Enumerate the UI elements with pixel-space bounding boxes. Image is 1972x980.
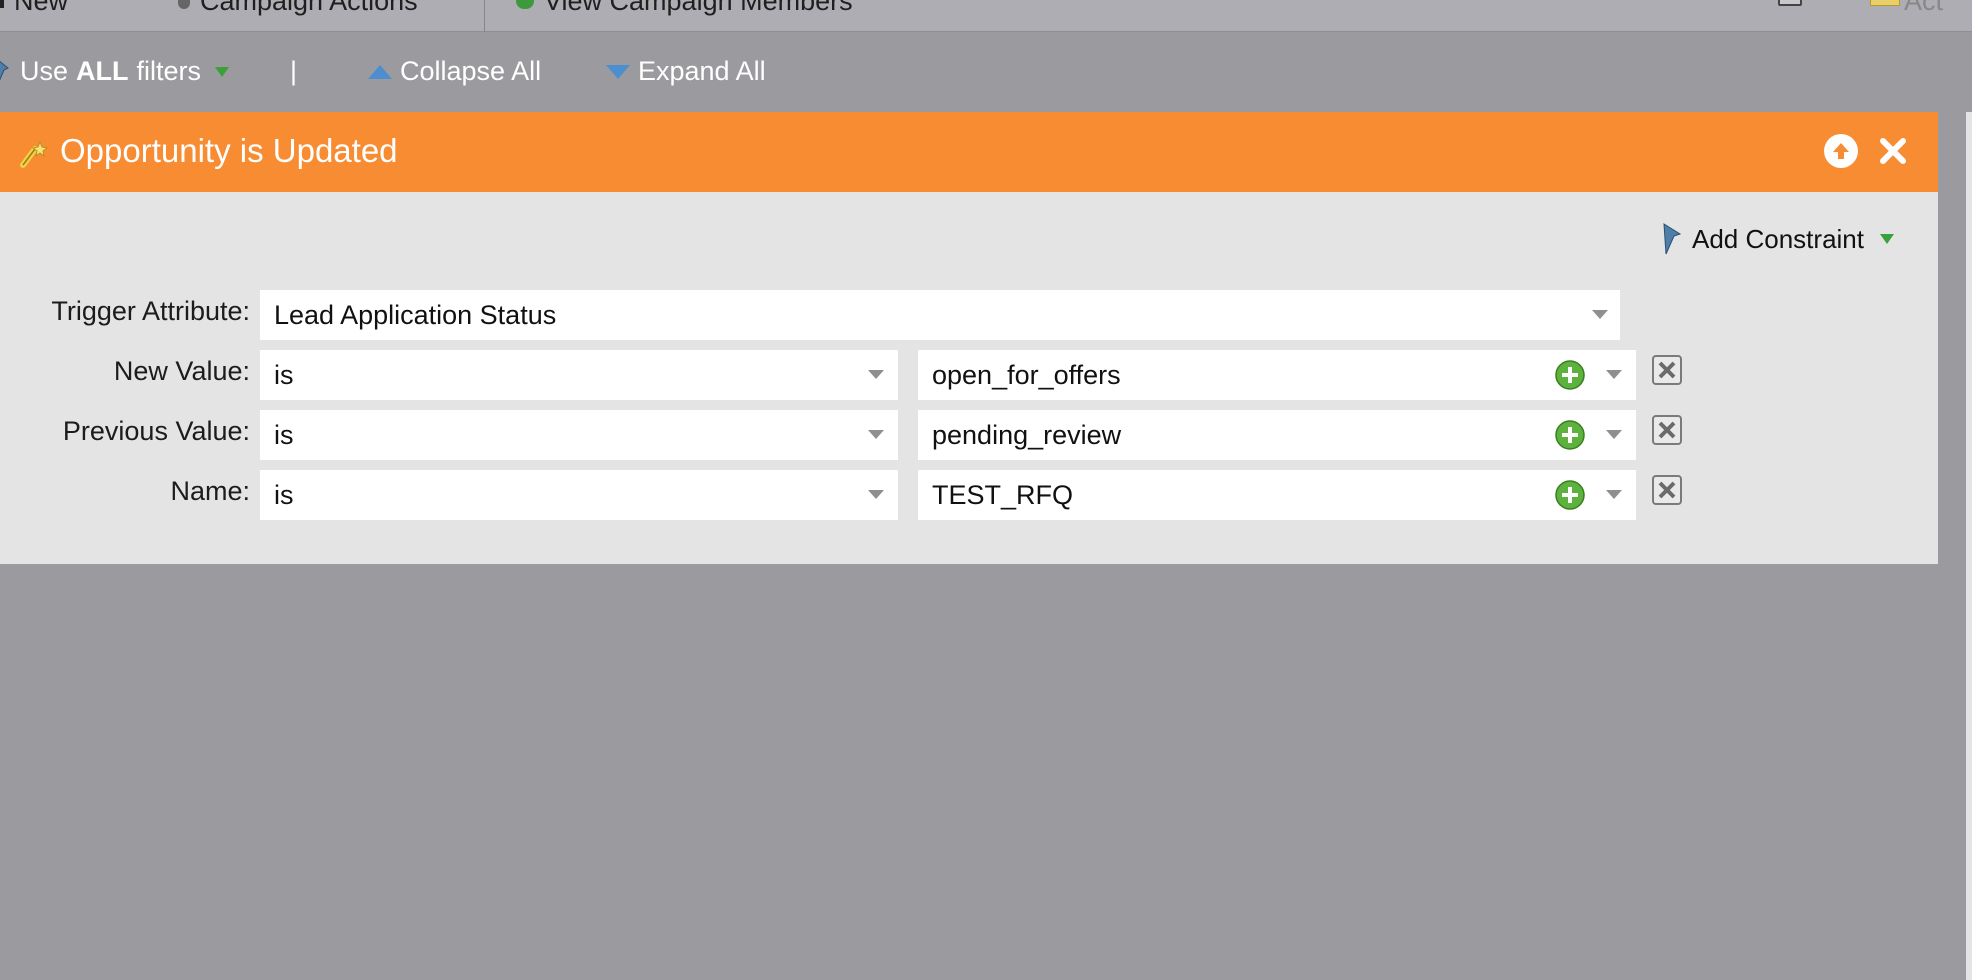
previous-value-operator-select[interactable]: is: [260, 410, 898, 460]
dropdown-arrow-icon: [1879, 234, 1894, 244]
new-icon: [0, 0, 4, 8]
right-menu-label: Act: [1904, 0, 1944, 16]
trigger-attribute-label: Trigger Attribute:: [51, 296, 250, 326]
name-label: Name:: [170, 476, 250, 506]
right-menu[interactable]: Act: [1904, 0, 1943, 16]
previous-value-label: Previous Value:: [62, 416, 250, 446]
chevron-down-icon: [868, 490, 884, 499]
campaign-actions-menu[interactable]: Campaign Actions: [178, 0, 418, 16]
close-panel-button[interactable]: [1874, 132, 1912, 170]
campaign-actions-label: Campaign Actions: [200, 0, 418, 16]
window-icon[interactable]: [1778, 0, 1802, 6]
wand-icon: [1663, 223, 1682, 255]
plus-circle-icon[interactable]: [1554, 479, 1586, 511]
delete-box-icon[interactable]: [1652, 355, 1682, 385]
name-value-text: TEST_RFQ: [932, 479, 1074, 510]
new-value-label: New Value:: [113, 356, 250, 386]
previous-value-text: pending_review: [932, 419, 1122, 450]
filters-label: filters: [136, 56, 202, 86]
new-value-text: open_for_offers: [932, 359, 1121, 390]
panel-title: Opportunity is Updated: [60, 132, 398, 169]
add-constraint-button[interactable]: Add Constraint: [1660, 222, 1894, 256]
previous-value-input[interactable]: pending_review: [918, 410, 1636, 460]
trigger-panel: Opportunity is Updated Add Constraint Tr…: [0, 112, 1938, 564]
gear-icon: [178, 0, 190, 9]
collapse-icon: [368, 64, 392, 79]
delete-box-icon[interactable]: [1652, 475, 1682, 505]
close-icon: [1880, 138, 1906, 164]
right-edge-panel: [1966, 112, 1972, 980]
name-value-input[interactable]: TEST_RFQ: [918, 470, 1636, 520]
arrow-up-circle-icon: [1833, 143, 1849, 159]
operator-value: is: [274, 479, 294, 510]
new-value-input[interactable]: open_for_offers: [918, 350, 1636, 400]
operator-value: is: [274, 359, 294, 390]
panel-header: Opportunity is Updated: [0, 112, 1938, 192]
chevron-down-icon[interactable]: [1606, 370, 1622, 379]
members-icon: [516, 0, 534, 9]
collapse-all-label: Collapse All: [400, 56, 542, 86]
toolbar-divider: [484, 0, 485, 32]
move-up-button[interactable]: [1824, 134, 1858, 168]
expand-all-button[interactable]: Expand All: [606, 56, 766, 87]
folder-icon: [1870, 0, 1900, 6]
use-label: Use: [20, 56, 69, 86]
operator-value: is: [274, 419, 294, 450]
add-constraint-label: Add Constraint: [1692, 223, 1864, 254]
dropdown-arrow-icon: [215, 66, 230, 77]
top-toolbar: New Campaign Actions View Campaign Membe…: [0, 0, 1972, 32]
trigger-attribute-select[interactable]: Lead Application Status: [260, 290, 1620, 340]
wand-icon: [0, 60, 9, 81]
trigger-attribute-value: Lead Application Status: [274, 299, 557, 330]
expand-all-label: Expand All: [638, 56, 766, 86]
use-all-filters-dropdown[interactable]: Use ALL filters: [0, 56, 230, 87]
chevron-down-icon: [868, 370, 884, 379]
plus-circle-icon[interactable]: [1554, 359, 1586, 391]
use-all-bold: ALL: [76, 56, 129, 86]
collapse-all-button[interactable]: Collapse All: [368, 56, 541, 87]
view-members-label: View Campaign Members: [544, 0, 853, 16]
delete-box-icon[interactable]: [1652, 415, 1682, 445]
new-menu-label: New: [14, 0, 69, 16]
chevron-down-icon[interactable]: [1606, 430, 1622, 439]
new-value-operator-select[interactable]: is: [260, 350, 898, 400]
view-members-menu[interactable]: View Campaign Members: [516, 0, 853, 16]
chevron-down-icon: [1592, 310, 1608, 319]
chevron-down-icon[interactable]: [1606, 490, 1622, 499]
filter-separator: |: [290, 56, 297, 87]
plus-circle-icon[interactable]: [1554, 419, 1586, 451]
separator-text: |: [290, 56, 298, 86]
chevron-down-icon: [868, 430, 884, 439]
trigger-wand-icon: [20, 140, 49, 168]
new-menu[interactable]: New: [0, 0, 68, 16]
name-operator-select[interactable]: is: [260, 470, 898, 520]
expand-icon: [606, 64, 630, 79]
